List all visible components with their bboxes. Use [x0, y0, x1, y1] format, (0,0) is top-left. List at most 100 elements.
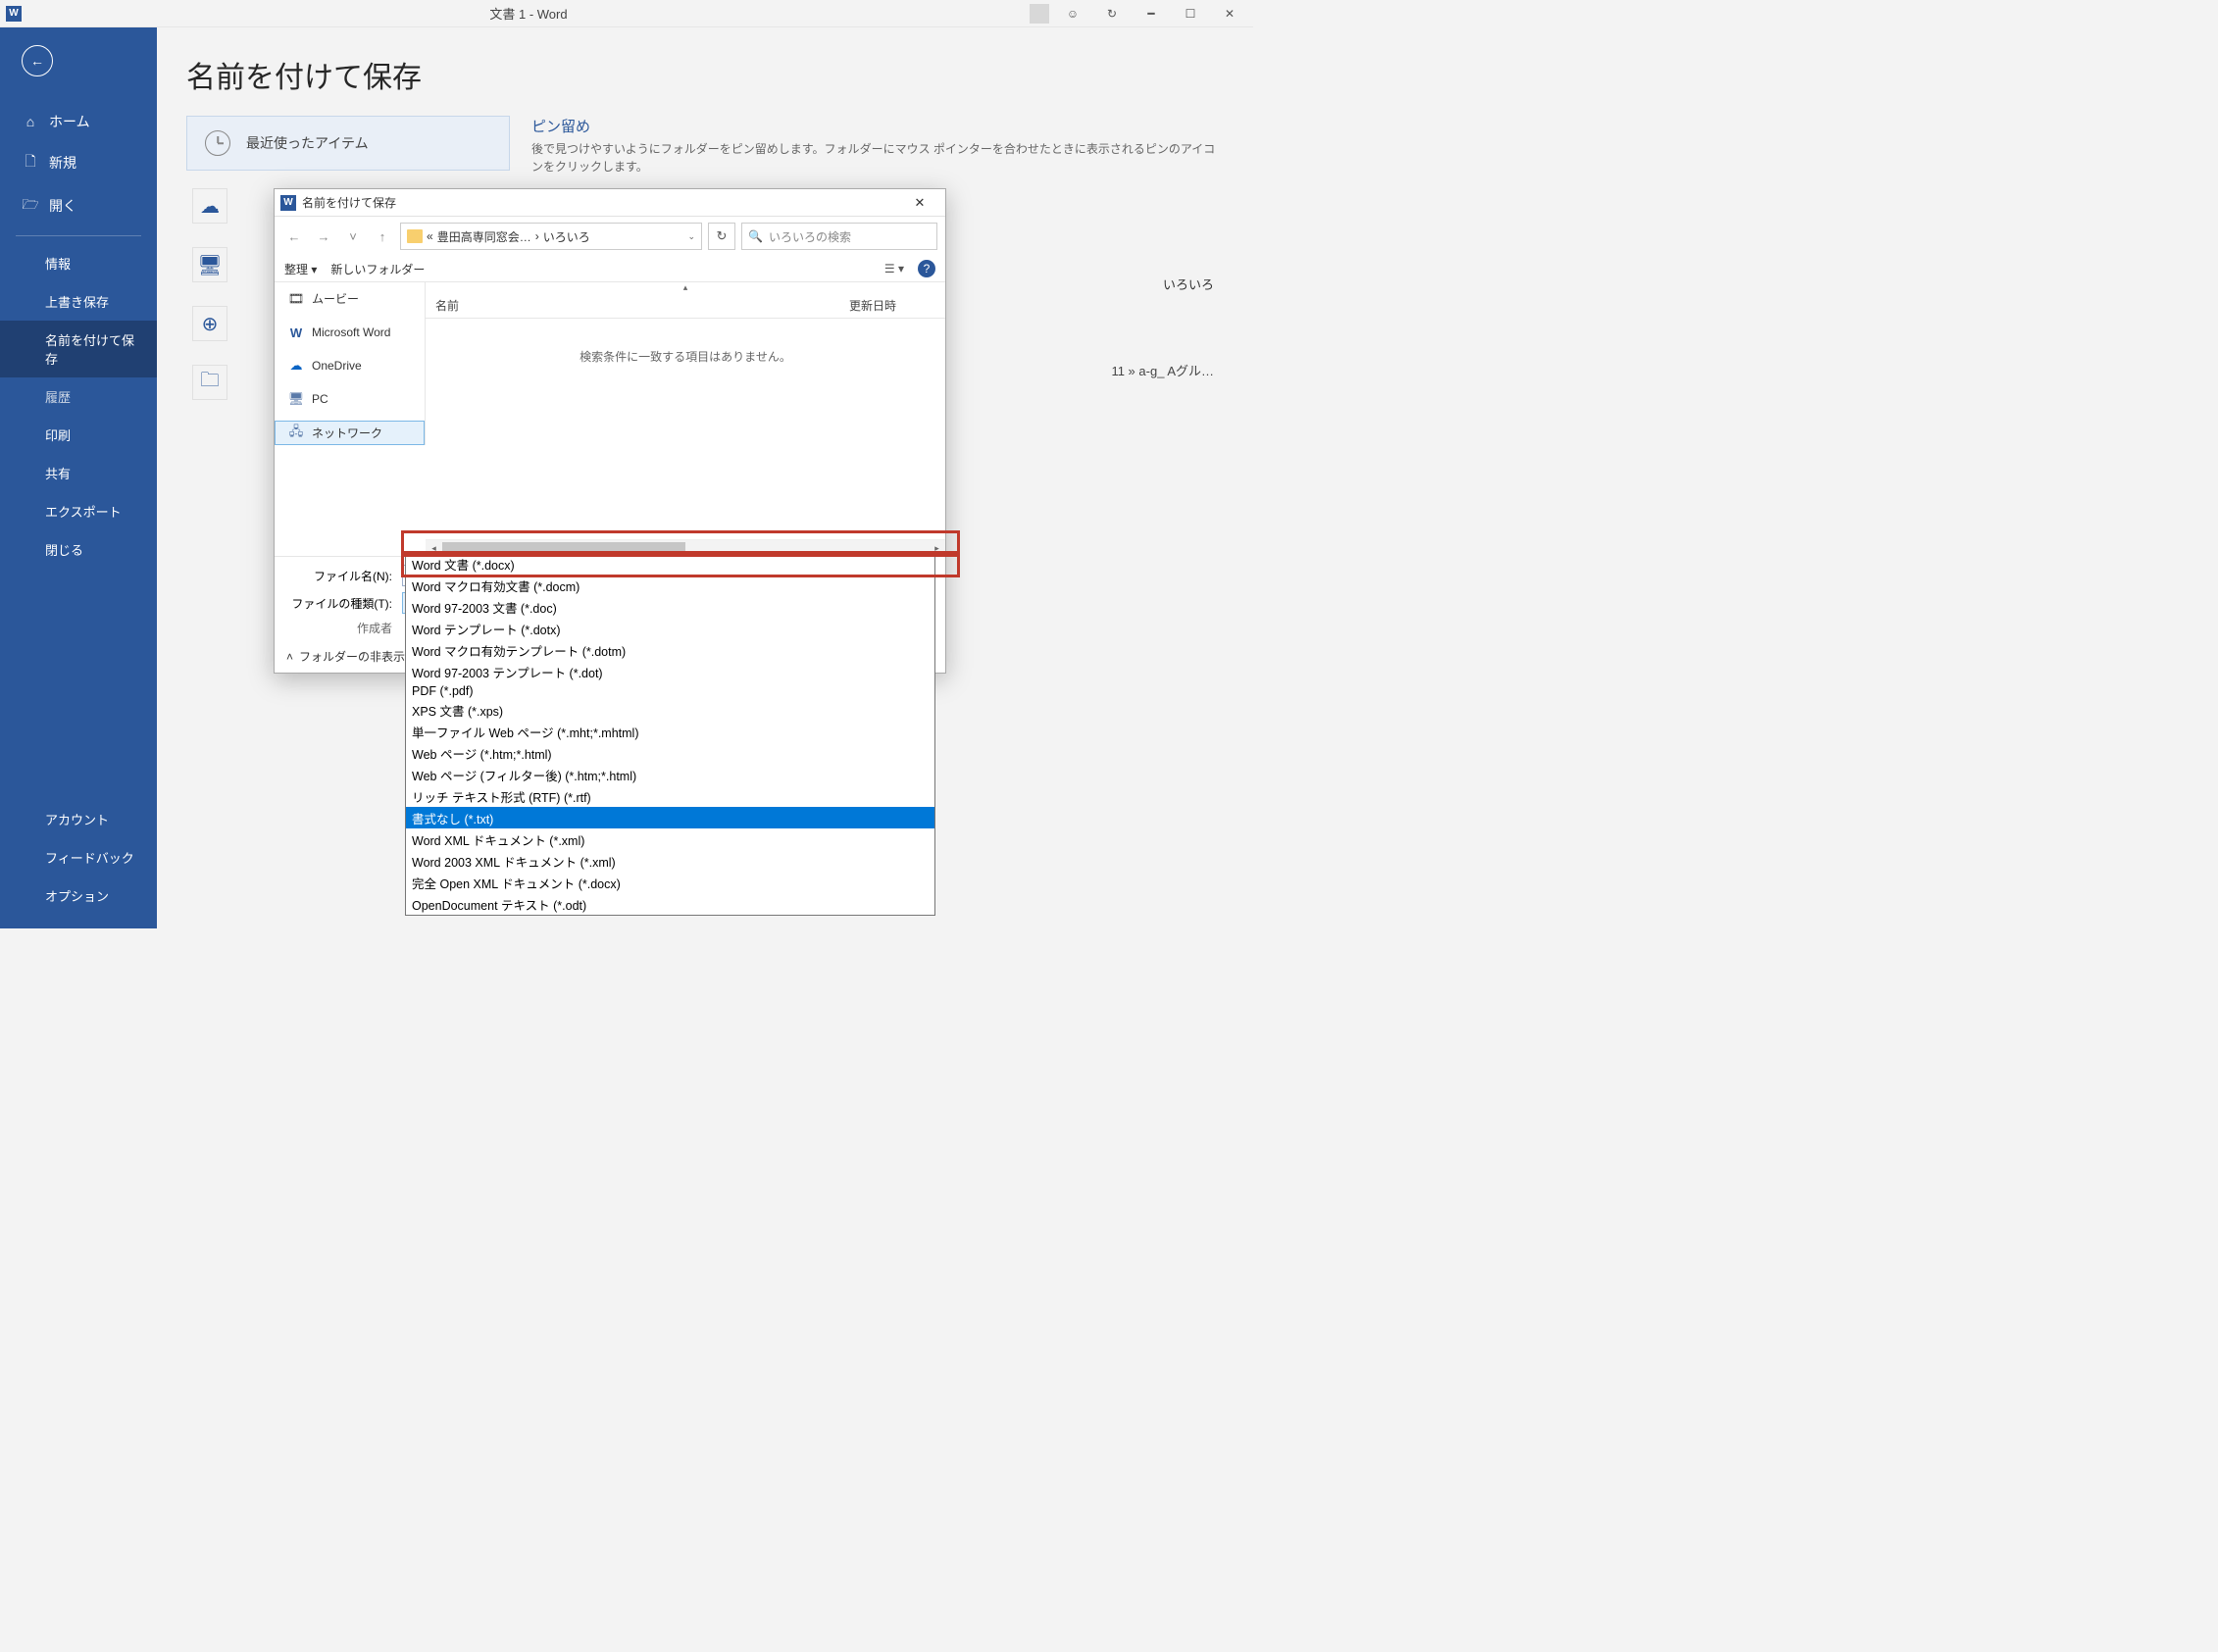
add-place-icon: ⊕ [192, 306, 227, 341]
file-list-empty-message: 検索条件に一致する項目はありません。 [426, 319, 945, 394]
nav-close[interactable]: 閉じる [0, 530, 157, 569]
thispc-icon: 🖥 [192, 247, 227, 282]
filetype-option[interactable]: XPS 文書 (*.xps) [406, 699, 934, 721]
col-name[interactable]: 名前 [435, 297, 459, 314]
filetype-option[interactable]: PDF (*.pdf) [406, 682, 934, 699]
hide-folders-toggle[interactable]: ˄ フォルダーの非表示 [286, 648, 405, 665]
filetype-label: ファイルの種類(T): [284, 595, 392, 612]
filetype-option[interactable]: Word XML ドキュメント (*.xml) [406, 828, 934, 850]
onedrive-icon: ☁ [192, 188, 227, 224]
sync-icon[interactable]: ↻ [1092, 0, 1132, 27]
scroll-up-icon[interactable]: ▴ [426, 282, 945, 293]
recent-items-button[interactable]: 最近使ったアイテム [186, 116, 510, 171]
view-button[interactable]: ☰ ▾ [884, 262, 904, 275]
nav-share[interactable]: 共有 [0, 454, 157, 492]
breadcrumb[interactable]: 11 » a-g_ Aグル… [1111, 361, 1214, 379]
nav-new[interactable]: 🗋 新規 [0, 141, 157, 184]
minimize-button[interactable]: ━ [1132, 0, 1171, 27]
file-list-area: ▴ 名前 更新日時 検索条件に一致する項目はありません。 ◂ ▸ [426, 282, 945, 556]
back-button[interactable]: ← [22, 45, 53, 76]
organize-button[interactable]: 整理 ▾ [284, 261, 317, 277]
onedrive-icon: ☁ [288, 358, 304, 374]
face-icon[interactable]: ☺ [1053, 0, 1092, 27]
movie-icon: 🎞 [288, 291, 304, 307]
addr-part-2: いろいろ [543, 228, 590, 245]
maximize-button[interactable]: ☐ [1171, 0, 1210, 27]
nav-up-arrow[interactable]: ↑ [371, 225, 394, 248]
filetype-option[interactable]: リッチ テキスト形式 (RTF) (*.rtf) [406, 785, 934, 807]
page-title: 名前を付けて保存 [186, 53, 1224, 96]
browse-icon: 🗀 [192, 365, 227, 400]
filetype-option[interactable]: Word マクロ有効文書 (*.docm) [406, 575, 934, 596]
sidebar-footer: アカウント フィードバック オプション [0, 800, 157, 915]
addr-part-1: 豊田高専同窓会… [437, 228, 531, 245]
tree-item-word[interactable]: W Microsoft Word [275, 321, 425, 344]
filetype-option[interactable]: Word テンプレート (*.dotx) [406, 618, 934, 639]
nav-feedback[interactable]: フィードバック [0, 838, 157, 876]
sidebar-separator [16, 235, 141, 236]
addr-prefix: « [427, 229, 433, 243]
new-icon: 🗋 [22, 151, 39, 175]
filetype-option[interactable]: Word 2003 XML ドキュメント (*.xml) [406, 850, 934, 872]
nav-info[interactable]: 情報 [0, 244, 157, 282]
word-icon: W [280, 195, 296, 211]
nav-export[interactable]: エクスポート [0, 492, 157, 530]
nav-save[interactable]: 上書き保存 [0, 282, 157, 321]
search-icon: 🔍 [748, 229, 763, 243]
filetype-option[interactable]: OpenDocument テキスト (*.odt) [406, 893, 934, 915]
window-title: 文書 1 - Word [27, 4, 1030, 23]
filetype-option[interactable]: 書式なし (*.txt) [406, 807, 934, 828]
nav-back-button[interactable]: ← [282, 225, 306, 248]
nav-account[interactable]: アカウント [0, 800, 157, 838]
author-label: 作成者 [284, 620, 392, 636]
nav-options[interactable]: オプション [0, 876, 157, 915]
backstage-sidebar: ← ⌂ ホーム 🗋 新規 🗁 開く 情報 上書き保存 名前を付けて保存 履歴 印… [0, 27, 157, 928]
dialog-close-button[interactable]: ✕ [900, 189, 939, 217]
filetype-option[interactable]: Web ページ (フィルター後) (*.htm;*.html) [406, 764, 934, 785]
filetype-option[interactable]: Word マクロ有効テンプレート (*.dotm) [406, 639, 934, 661]
refresh-button[interactable]: ↻ [708, 223, 735, 250]
col-date[interactable]: 更新日時 [849, 297, 896, 314]
filetype-option[interactable]: 単一ファイル Web ページ (*.mht;*.mhtml) [406, 721, 934, 742]
filetype-option[interactable]: 完全 Open XML ドキュメント (*.docx) [406, 872, 934, 893]
close-button[interactable]: ✕ [1210, 0, 1249, 27]
filename-label: ファイル名(N): [284, 568, 392, 584]
search-input[interactable]: 🔍 いろいろの検索 [741, 223, 937, 250]
tree-item-movies[interactable]: 🎞 ムービー [275, 286, 425, 311]
file-list-header: 名前 更新日時 [426, 293, 945, 319]
home-icon: ⌂ [22, 114, 39, 129]
folder-tree[interactable]: 🎞 ムービー W Microsoft Word ☁ OneDrive 🖥 PC [275, 282, 426, 445]
filetype-option[interactable]: Web ページ (*.htm;*.html) [406, 742, 934, 764]
filetype-option[interactable]: Word 97-2003 テンプレート (*.dot) [406, 661, 934, 682]
nav-home[interactable]: ⌂ ホーム [0, 102, 157, 141]
tree-item-pc[interactable]: 🖥 PC [275, 387, 425, 411]
address-bar[interactable]: « 豊田高専同窓会… › いろいろ ⌄ [400, 223, 702, 250]
open-icon: 🗁 [22, 194, 39, 218]
filetype-option[interactable]: Word 97-2003 文書 (*.doc) [406, 596, 934, 618]
filetype-dropdown[interactable]: Word 文書 (*.docx)Word マクロ有効文書 (*.docm)Wor… [405, 552, 935, 916]
clock-icon [205, 130, 230, 156]
folder-icon [407, 229, 423, 243]
dialog-titlebar: W 名前を付けて保存 ✕ [275, 189, 945, 217]
pin-section-title: ピン留め [531, 116, 1224, 136]
nav-up-button[interactable]: ˅ [341, 225, 365, 248]
nav-open[interactable]: 🗁 開く [0, 184, 157, 227]
nav-print[interactable]: 印刷 [0, 416, 157, 454]
word-icon: W [288, 325, 304, 340]
dialog-body: 🎞 ムービー W Microsoft Word ☁ OneDrive 🖥 PC [275, 282, 945, 556]
nav-saveas[interactable]: 名前を付けて保存 [0, 321, 157, 377]
help-button[interactable]: ? [918, 260, 935, 277]
tree-item-onedrive[interactable]: ☁ OneDrive [275, 354, 425, 377]
nav-history: 履歴 [0, 377, 157, 416]
filetype-option[interactable]: Word 文書 (*.docx) [406, 553, 934, 575]
dialog-title: 名前を付けて保存 [302, 194, 396, 211]
pin-section-desc: 後で見つけやすいようにフォルダーをピン留めします。フォルダーにマウス ポインター… [531, 140, 1224, 175]
nav-home-label: ホーム [49, 112, 90, 131]
addr-dropdown-icon[interactable]: ⌄ [687, 231, 695, 242]
user-avatar[interactable] [1030, 4, 1049, 24]
tree-item-network[interactable]: 🖧 ネットワーク [275, 421, 425, 445]
nav-forward-button[interactable]: → [312, 225, 335, 248]
nav-new-label: 新規 [49, 153, 76, 173]
search-placeholder: いろいろの検索 [769, 228, 851, 245]
new-folder-button[interactable]: 新しいフォルダー [330, 261, 425, 277]
